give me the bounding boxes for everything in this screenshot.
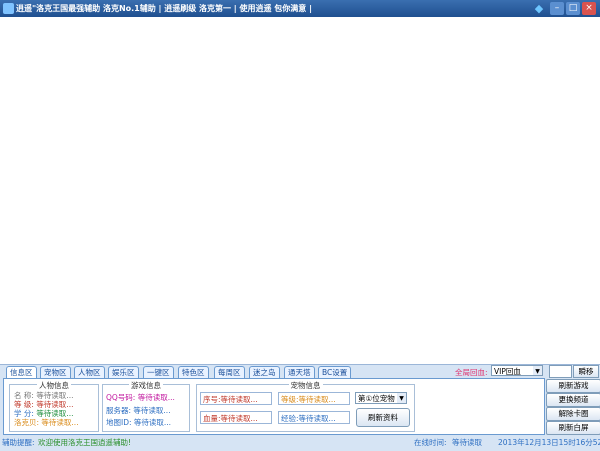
server-value: 等待读取... (133, 406, 171, 415)
map-id-value: 等待读取... (133, 418, 172, 427)
tab-one-key[interactable]: 一键区 (143, 366, 174, 378)
person-money-value: 等待读取... (41, 418, 79, 427)
status-label: 辅助提醒: (2, 438, 35, 447)
tab-tower[interactable]: 通天塔 (284, 366, 315, 378)
status-bar: 辅助提醒: 欢迎使用洛克王国逍遥辅助! 在线时间: 等待读取 (0, 435, 545, 450)
global-heal-select[interactable]: VIP回血 ▼ (491, 365, 543, 376)
minimize-button[interactable]: – (550, 2, 564, 15)
refresh-game-button[interactable]: 刷新游戏 (546, 379, 600, 393)
pet-slot-select-value: 第①位宠物 (358, 394, 395, 403)
qq-row: QQ号码: 等待读取... (106, 392, 175, 403)
tab-pet[interactable]: 宠物区 (40, 366, 71, 378)
qq-label: QQ号码: (106, 393, 136, 402)
map-id-row: 地图ID: 等待读取... (106, 417, 171, 428)
window-title: 逍遥"洛克王国最强辅助 洛克No.1辅助 | 逍遥刷级 洛克第一 | 使用逍遥 … (16, 4, 313, 13)
tab-mystery-island[interactable]: 迷之岛 (249, 366, 280, 378)
unstuck-button[interactable]: 解除卡圈 (546, 407, 600, 421)
person-money-label: 洛克贝: (14, 418, 40, 427)
global-heal-select-value: VIP回血 (494, 367, 521, 376)
chevron-down-icon: ▼ (533, 366, 542, 375)
pet-exp-field: 经验:等待读取... (278, 411, 350, 424)
tab-person[interactable]: 人物区 (74, 366, 105, 378)
title-bar: 逍遥"洛克王国最强辅助 洛克No.1辅助 | 逍遥刷级 洛克第一 | 使用逍遥 … (0, 0, 600, 17)
teleport-input[interactable] (549, 365, 572, 378)
maximize-button[interactable]: □ (566, 2, 580, 15)
change-channel-button[interactable]: 更换频道 (546, 393, 600, 407)
server-row: 服务器: 等待读取... (106, 405, 171, 416)
tab-weekly[interactable]: 每周区 (214, 366, 245, 378)
skin-gem-icon[interactable]: ◆ (532, 2, 546, 15)
map-id-label: 地图ID: (106, 418, 132, 427)
chevron-down-icon: ▼ (397, 393, 406, 403)
app-icon (3, 3, 14, 14)
tab-info[interactable]: 信息区 (6, 366, 37, 378)
online-time-label: 在线时间: (414, 438, 447, 447)
pet-info-title: 宠物信息 (288, 381, 323, 390)
refresh-info-button[interactable]: 刷新资料 (356, 408, 410, 427)
close-button[interactable]: × (582, 2, 596, 15)
game-info-title: 游戏信息 (129, 381, 163, 390)
global-heal-label: 全局回血: (455, 368, 488, 377)
pet-serial-field: 序号:等待读取... (200, 392, 272, 405)
game-view[interactable] (0, 17, 600, 364)
tab-entertainment[interactable]: 娱乐区 (108, 366, 139, 378)
person-info-title: 人物信息 (37, 381, 71, 390)
person-money-row: 洛克贝: 等待读取... (14, 417, 79, 428)
pet-level-field: 等级:等待读取... (278, 392, 350, 405)
tab-feature[interactable]: 特色区 (178, 366, 209, 378)
online-time-value: 等待读取 (452, 438, 482, 447)
pet-hp-field: 血量:等待读取... (200, 411, 272, 424)
tab-bc-settings[interactable]: BC设置 (318, 366, 352, 378)
qq-value: 等待读取... (137, 393, 175, 402)
current-datetime: 2013年12月13日15时16分52秒 (498, 438, 600, 447)
status-message: 欢迎使用洛克王国逍遥辅助! (38, 438, 132, 447)
server-label: 服务器: (106, 406, 132, 415)
refresh-white-screen-button[interactable]: 刷新白屏 (546, 421, 600, 435)
teleport-button[interactable]: 瞬移 (573, 365, 599, 378)
pet-slot-select[interactable]: 第①位宠物 ▼ (355, 392, 407, 404)
